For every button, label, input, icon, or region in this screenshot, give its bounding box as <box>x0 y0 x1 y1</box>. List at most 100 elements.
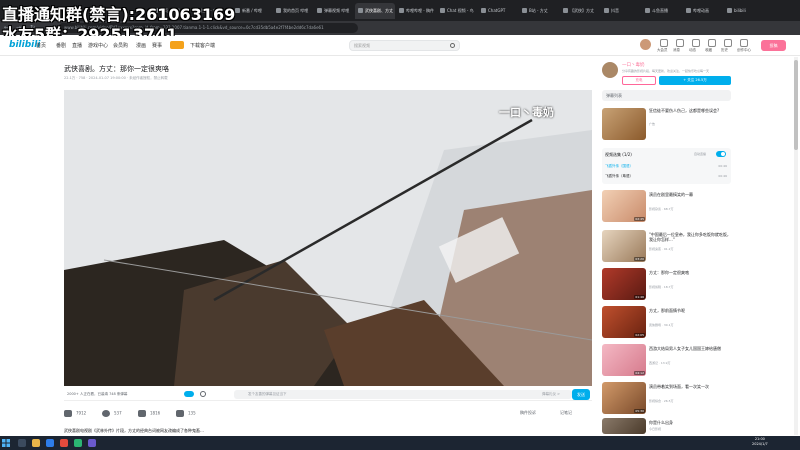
browser-tab[interactable]: 哔哩动画 <box>683 3 723 19</box>
video-meta: 影视剪辑 · 18.7万 <box>649 285 674 289</box>
video-title: 西游大结局男人女子女儿国国王嫁给唐僧 <box>649 346 721 351</box>
nav-manga[interactable]: 漫画 <box>136 42 146 49</box>
header-user-label: 消息 <box>673 48 680 52</box>
danmaku-settings-icon[interactable] <box>200 391 206 397</box>
nav-match[interactable]: 赛事 <box>152 42 162 49</box>
recommended-video[interactable]: 04:12 西游大结局男人女子女儿国国王嫁给唐僧 西游记 · 13.9万 <box>602 344 731 381</box>
ad-title: 狂信徒不要伤人伤己，这都是哪些误会? <box>649 108 720 113</box>
danmaku-list-toggle[interactable]: 弹幕列表 <box>602 90 731 101</box>
coin-count: 537 <box>114 410 122 416</box>
browser-tab[interactable]: 【武侠】方丈 <box>560 3 600 19</box>
video-frame <box>64 90 592 386</box>
video-meta: 西游记 · 13.9万 <box>649 361 671 365</box>
share-button[interactable]: 135 <box>176 410 196 417</box>
edge-icon[interactable] <box>46 439 54 447</box>
obs-icon[interactable] <box>88 439 96 447</box>
playlist-item[interactable]: 飞狐外传（国语） <box>605 164 633 169</box>
video-description: 武侠喜剧电视剧《武林外传》片段，方丈的经典台词被网友改编成了各种鬼畜… <box>64 428 204 433</box>
header-user-icon[interactable] <box>724 39 732 47</box>
video-thumbnail: 04:12 <box>602 344 646 376</box>
browser-tab[interactable]: 斗鱼直播 <box>642 3 682 19</box>
browser-tab[interactable]: bilibili <box>724 3 764 19</box>
autoplay-toggle[interactable] <box>716 151 726 157</box>
video-title: "中国最后一位皇帝，我让你多吃饭你就吃饭，我让你怎样..." <box>649 232 731 242</box>
video-duration: 01:46 <box>634 295 645 299</box>
system-clock[interactable]: 21:00 2024/1/7 <box>752 437 768 447</box>
notes-link[interactable]: 记笔记 <box>560 410 572 416</box>
chrome-icon[interactable] <box>60 439 68 447</box>
danmaku-toggle-icon[interactable] <box>184 391 194 397</box>
share-icon <box>176 410 184 417</box>
file-explorer-icon[interactable] <box>32 439 40 447</box>
browser-tab[interactable]: 我的首页 哔哩 <box>273 3 313 19</box>
danmaku-send-button[interactable]: 发送 <box>572 389 590 400</box>
browser-tab[interactable]: 武侠喜剧、方丈 <box>355 3 395 19</box>
header-user-label: 历史 <box>721 48 728 52</box>
scrollbar-thumb[interactable] <box>794 60 798 150</box>
uploader-name[interactable]: 一口丶毒奶 <box>622 62 645 68</box>
recommended-video[interactable]: 03:20 "中国最后一位皇帝，我让你多吃饭你就吃饭，我让你怎样..." 影视鬼… <box>602 230 731 267</box>
site-header: bilibili 首页 番剧 直播 游戏中心 会员购 漫画 赛事 下载客户端 搜… <box>0 36 800 56</box>
header-user-label: 大会员 <box>657 48 668 52</box>
video-duration: 02:45 <box>634 217 645 221</box>
browser-tab[interactable]: 抖音 <box>601 3 641 19</box>
danmaku-input[interactable]: 发个友善的弹幕见证当下 <box>234 390 572 399</box>
windows-start-icon[interactable] <box>2 439 10 447</box>
header-user-icon[interactable] <box>660 39 668 47</box>
recommended-video[interactable]: 05:30 演员带着笑到场面，看一次笑一次 影视综合 · 26.5万 <box>602 382 731 419</box>
header-user-icon[interactable] <box>740 39 748 47</box>
playlist-title: 视频选集 (1/2) <box>605 152 632 157</box>
recommended-video[interactable]: 你是什么出身 今日影视 <box>602 418 731 434</box>
video-thumbnail: 03:20 <box>602 230 646 262</box>
app-icon[interactable] <box>74 439 82 447</box>
video-player[interactable]: 一口丶毒奶 <box>64 90 592 386</box>
browser-tab[interactable]: 新番 / 哔哩 <box>232 3 272 19</box>
search-taskbar-icon[interactable] <box>18 439 26 447</box>
autoplay-label: 自动连播 <box>694 152 707 156</box>
video-title: 方丈，那前面情节呢 <box>649 308 685 313</box>
recommended-video[interactable]: 02:05 方丈，那前面情节呢 武侠剧场 · 30.1万 <box>602 306 731 343</box>
video-thumbnail: 02:45 <box>602 190 646 222</box>
nav-game[interactable]: 游戏中心 <box>88 42 108 49</box>
ad-card[interactable]: 狂信徒不要伤人伤己，这都是哪些误会? 广告 <box>602 106 731 143</box>
browser-tab[interactable]: B站 - 方丈 <box>519 3 559 19</box>
search-icon[interactable] <box>450 43 455 48</box>
search-input[interactable]: 搜索视频 <box>349 40 460 51</box>
video-thumbnail: 02:05 <box>602 306 646 338</box>
video-thumbnail: 01:46 <box>602 268 646 300</box>
header-user-icon[interactable] <box>708 39 716 47</box>
video-meta: 22.1万 · 758 · 2024-01-07 19:00:00 · 未经作者… <box>64 76 168 80</box>
user-avatar[interactable] <box>640 39 651 50</box>
browser-tab[interactable]: Chat 视频 - 鸟 <box>437 3 477 19</box>
uploader-avatar[interactable] <box>602 62 618 78</box>
charge-button[interactable]: 充电 <box>622 76 656 85</box>
danmaku-etiquette-link[interactable]: 弹幕礼仪 > <box>542 390 560 399</box>
favorite-button[interactable]: 1816 <box>138 410 160 417</box>
video-watermark: 一口丶毒奶 <box>499 106 554 119</box>
like-button[interactable]: 7912 <box>64 410 86 417</box>
follow-button[interactable]: + 关注 26.5万 <box>659 76 731 85</box>
playlist-item[interactable]: 飞狐外传（粤语） <box>605 174 633 179</box>
video-duration: 05:30 <box>634 409 645 413</box>
recommended-video[interactable]: 01:46 方丈：那你一定很爽咯 影视剪辑 · 18.7万 <box>602 268 731 305</box>
nav-download[interactable]: 下载客户端 <box>190 42 215 49</box>
coin-button[interactable]: 537 <box>102 410 122 417</box>
nav-live[interactable]: 直播 <box>72 42 82 49</box>
video-duration: 03:20 <box>634 257 645 261</box>
video-title: 你是什么出身 <box>649 420 673 425</box>
header-user-icon[interactable] <box>676 39 684 47</box>
recommended-video[interactable]: 02:45 演员在剧里最搞笑的一幕 影视杂谈 · 68.7万 <box>602 190 731 227</box>
nav-anime[interactable]: 番剧 <box>56 42 66 49</box>
video-title: 方丈：那你一定很爽咯 <box>649 270 689 275</box>
browser-tab[interactable]: 弹幕视频 哔哩 <box>314 3 354 19</box>
browser-tab[interactable]: ChatGPT <box>478 3 518 19</box>
nav-shop[interactable]: 会员购 <box>113 42 128 49</box>
nav-home[interactable]: 首页 <box>36 42 46 49</box>
report-link[interactable]: 稿件投诉 <box>520 410 536 416</box>
danmaku-bar: 2000+ 人正在看，已装填 748 条弹幕 发个友善的弹幕见证当下 弹幕礼仪 … <box>64 388 592 401</box>
promo-icon[interactable] <box>170 41 184 49</box>
upload-button[interactable]: 投稿 <box>761 40 786 51</box>
star-icon <box>138 410 146 417</box>
header-user-icon[interactable] <box>692 39 700 47</box>
browser-tab[interactable]: 哔哩哔哩 - 稿件 <box>396 3 436 19</box>
